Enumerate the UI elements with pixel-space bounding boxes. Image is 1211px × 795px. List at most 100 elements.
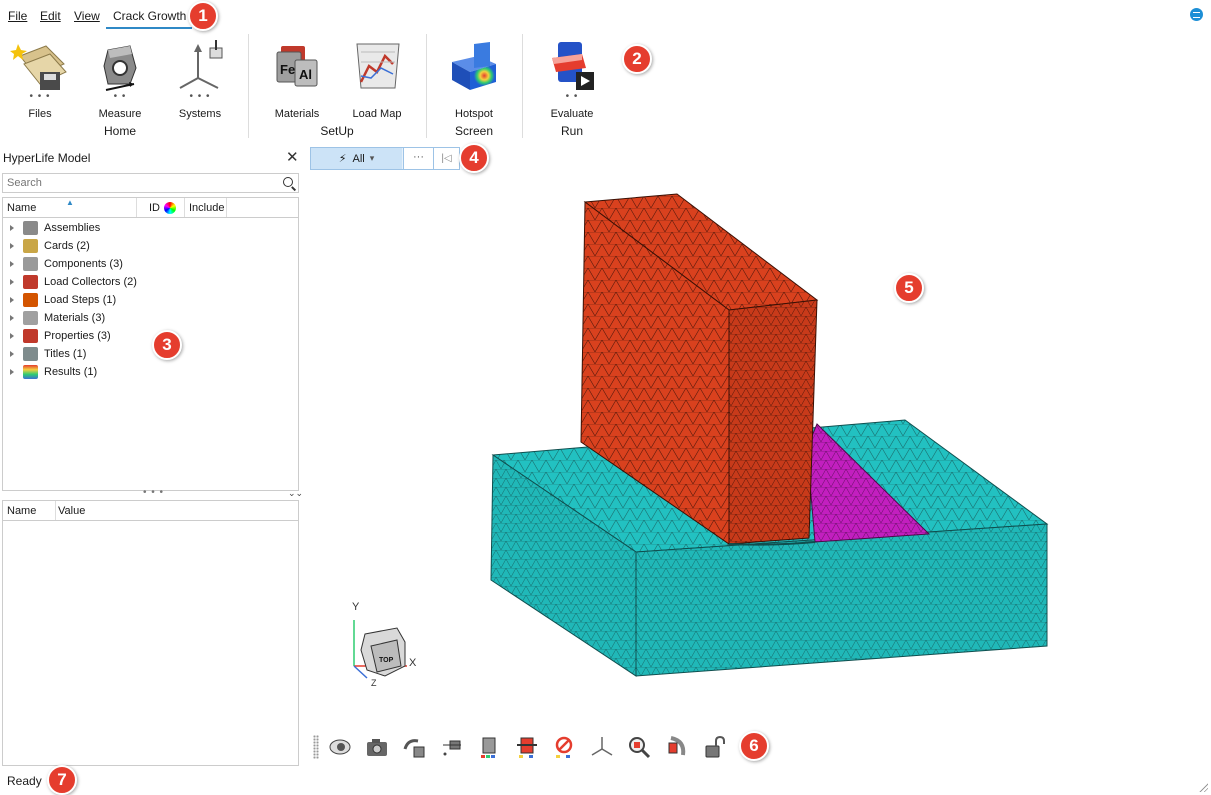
tree-item-results[interactable]: Results (1) [3,363,97,381]
expand-arrow-icon[interactable] [10,297,14,303]
tree-item-label: Titles (1) [44,348,87,360]
group-setup-label: SetUp [320,124,354,138]
menu-edit-label: Edit [40,9,61,23]
filter-all-label: All [352,152,365,165]
tree-item-cards[interactable]: Cards (2) [3,237,90,255]
files-more-icon[interactable]: • • • [2,92,78,104]
rotate-icon[interactable] [402,735,426,759]
search-input[interactable] [3,174,273,192]
tree-item-properties[interactable]: Properties (3) [3,327,111,345]
status-text: Ready [7,774,42,788]
callout-2: 2 [622,44,652,74]
cut-icon[interactable] [665,735,689,759]
expand-arrow-icon[interactable] [10,315,14,321]
evaluate-label: Evaluate [550,108,594,120]
view-cube[interactable]: TOP [353,620,407,679]
properties-table: Name Value [2,500,299,766]
axis-z-label: Z [371,678,377,688]
components-icon [23,257,38,271]
search-icon[interactable] [283,177,293,187]
expand-arrow-icon[interactable] [10,225,14,231]
panel-splitter[interactable]: • • • [143,487,164,498]
lock-icon[interactable] [702,735,726,759]
materials-icon [23,311,38,325]
titles-icon [23,347,38,361]
column-include[interactable]: Include [189,202,224,214]
tree-item-load-steps[interactable]: Load Steps (1) [3,291,116,309]
menu-file[interactable]: File [8,9,27,23]
tree-item-label: Load Steps (1) [44,294,117,306]
systems-more-icon[interactable]: • • • [162,92,238,104]
tree-item-components[interactable]: Components (3) [3,255,123,273]
axis-x-label: X [409,657,417,669]
tree-item-label: Load Collectors (2) [44,276,137,288]
tab-crack-growth[interactable]: Crack Growth [106,9,193,29]
group-home-label: Home [103,124,136,138]
callout-6: 6 [739,731,769,761]
materials-icon: Fe Al [267,38,327,94]
evaluate-more-icon[interactable]: • • [534,92,610,104]
group-screen-label: Screen [454,124,494,138]
viewport-filter-toolbar: ⚡ All ▾ ··· |◁ [310,147,460,170]
measure-button[interactable]: • • Measure [82,38,158,120]
column-id[interactable]: ID [149,202,160,214]
go-first-icon[interactable]: |◁ [433,148,459,169]
files-button[interactable]: • • • Files [2,38,78,120]
status-bar: Ready [0,768,1211,795]
more-options-button[interactable]: ··· [403,148,433,169]
tree-item-label: Properties (3) [44,330,111,342]
hotspot-label: Hotspot [455,108,493,120]
visualization-eye-icon[interactable] [327,735,351,759]
measure-icon [90,38,150,94]
section-icon[interactable] [515,735,539,759]
color-wheel-icon[interactable] [164,202,176,214]
expand-arrow-icon[interactable] [10,243,14,249]
hotspot-button[interactable]: Hotspot [436,38,512,120]
tree-item-label: Components (3) [44,258,123,270]
group-run-label: Run [560,124,583,138]
capture-camera-icon[interactable] [365,735,389,759]
ribbon-separator [426,34,427,138]
zoom-icon[interactable] [627,735,651,759]
systems-icon [170,38,230,94]
measure-more-icon[interactable]: • • [82,92,158,104]
tree-item-load-collectors[interactable]: Load Collectors (2) [3,273,137,291]
tree-item-materials[interactable]: Materials (3) [3,309,105,327]
callout-5: 5 [894,273,924,303]
isolate-icon[interactable] [440,735,464,759]
tree-item-label: Results (1) [44,366,98,378]
color-by-icon[interactable] [477,735,501,759]
filter-all-dropdown[interactable]: ⚡ All ▾ [311,148,402,169]
load-map-button[interactable]: Load Map [339,38,415,120]
materials-button[interactable]: Fe Al Materials [259,38,335,120]
systems-button[interactable]: • • • Systems [162,38,238,120]
expand-arrow-icon[interactable] [10,261,14,267]
chat-icon[interactable] [1190,8,1203,21]
menu-view[interactable]: View [74,9,100,23]
axis-icon[interactable] [590,735,614,759]
menu-edit[interactable]: Edit [40,9,61,23]
toolbar-grip[interactable] [313,735,319,759]
column-name[interactable]: Name [7,202,36,214]
cards-icon [23,239,38,253]
no-entry-icon[interactable] [552,735,576,759]
menu-file-label: File [8,9,28,23]
expand-arrow-icon[interactable] [10,279,14,285]
expand-arrow-icon[interactable] [10,351,14,357]
column-name[interactable]: Name [7,505,36,517]
evaluate-button[interactable]: • • Evaluate [534,38,610,120]
load-collectors-icon [23,275,38,289]
search-box [2,173,299,193]
menu-view-label: View [74,9,100,23]
chevron-down-icon: ▾ [369,153,375,163]
load-map-icon [347,38,407,94]
expand-arrow-icon[interactable] [10,369,14,375]
close-icon[interactable]: ✕ [286,148,299,166]
expand-arrow-icon[interactable] [10,333,14,339]
column-value[interactable]: Value [58,505,85,517]
ribbon: • • • Files • • Measure • • • Systems Ho… [0,32,1211,144]
tree-item-assemblies[interactable]: Assemblies [3,219,100,237]
graphics-viewport[interactable]: TOP Y X Z [301,172,1211,732]
resize-grip[interactable] [1198,782,1208,792]
tree-item-titles[interactable]: Titles (1) [3,345,86,363]
